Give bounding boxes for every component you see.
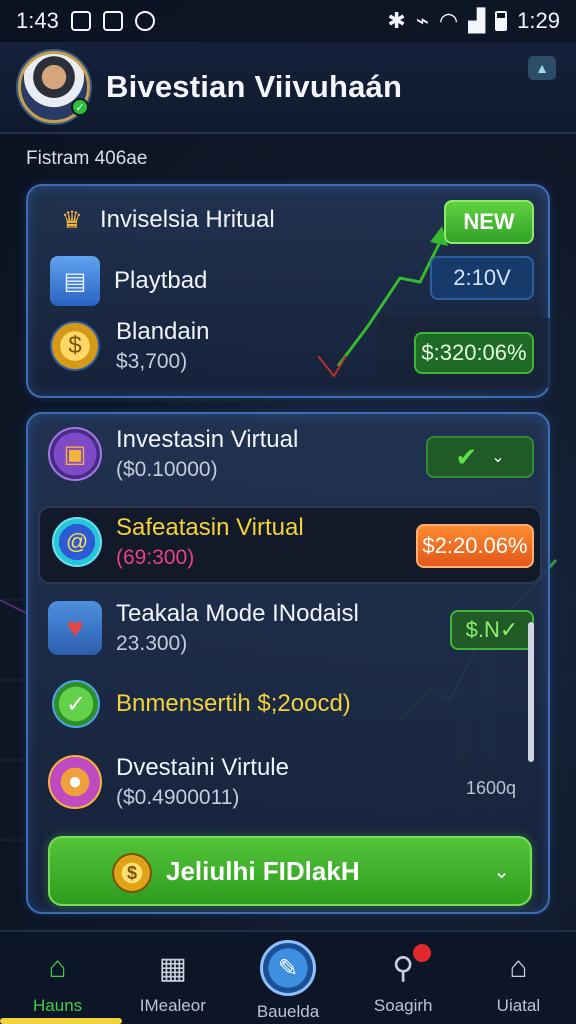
nav-label: Uiatal [496,996,541,1015]
crown-icon: ♛ [61,206,83,234]
avatar[interactable]: ✓ [18,51,90,123]
app-notification-icon [102,11,123,31]
status-time-left: 1:43 [16,8,59,33]
token-icon: @ [52,517,102,567]
primary-button-label: Jeliulhi FIDlakH [166,855,360,886]
chart-box-icon: ▣ [48,427,102,481]
coin-icon: $ [112,853,152,893]
wallet-icon: ✎ [260,940,316,996]
row-value: 23.300) [116,632,188,655]
investments-card: ▣ Investasin Virtual ($0.10000) ✔ ⌄ @ Sa… [26,412,550,914]
row-label: Safeatasin Virtual [116,514,304,541]
menu-icon[interactable]: ▲ [528,56,556,80]
signal-icon: ▟ [468,8,486,33]
app-header: ✓ Bivestian Viivuhaán ▲ [0,42,576,134]
chevron-down-icon: ⌄ [493,860,510,883]
status-toggle[interactable]: ✔ ⌄ [426,436,534,478]
package-icon: ▤ [50,256,100,306]
percent-badge: $:320:06% [414,332,534,374]
nav-item-search[interactable]: ⚲ Soagirh [346,932,461,1024]
percent-badge: $2:20.06% [416,524,534,568]
row-label: Blandain [116,318,210,345]
row-label: Inviselsia Hritual [100,206,275,233]
section-subtitle: Fistram 406ae [26,148,148,169]
status-bar: 1:43 ✱ ⌁ ◠ ▟ 1:29 [0,0,576,42]
row-value: $3,700) [116,350,188,373]
chevron-down-icon: ⌄ [491,449,505,466]
nav-item-bank[interactable]: ⌂ Uiatal [461,932,576,1024]
row-label: Dvestaini Virtule [116,754,289,781]
verified-icon: ✓ [71,98,89,116]
row-label: Playtbad [114,267,208,294]
check-icon: ✔ [455,441,478,472]
home-icon: ⌂ [48,951,67,984]
wifi-icon: ◠ [439,8,459,33]
check-shield-icon: ✓ [52,680,100,728]
status-time-right: 1:29 [517,8,560,33]
news-icon: ▦ [158,951,187,985]
notification-icon [70,11,91,31]
row-value: (69:300) [116,546,195,569]
row-label: Investasin Virtual [116,426,299,453]
trend-badge: $.N✓ [450,610,534,650]
gift-icon: ♥ [48,601,102,655]
value-badge: 2:10V [430,256,534,300]
nav-label: Hauns [33,996,83,1015]
row-label: Bnmensertih $;2oocd) [116,690,351,717]
nav-label: Bauelda [256,1002,320,1021]
nav-item-news[interactable]: ▦ IMealeor [115,932,230,1024]
coins-icon: $ [50,321,100,371]
bank-icon: ⌂ [509,951,528,984]
bottom-nav: ⌂ Hauns ▦ IMealeor ✎ Bauelda ⚲ Soagirh ⌂… [0,930,576,1024]
active-tab-indicator [0,1018,122,1024]
palette-icon: ● [48,755,102,809]
new-badge[interactable]: NEW [444,200,534,244]
nav-label: IMealeor [139,996,206,1015]
bluetooth-icon: ✱ [387,8,406,33]
row-label: Teakala Mode INodaisl [116,600,359,627]
list-item[interactable]: ✓ Bnmensertih $;2oocd) [28,680,548,728]
row-value: ($0.10000) [116,458,218,481]
sync-icon [134,11,155,31]
nav-item-home[interactable]: ⌂ Hauns [0,932,115,1024]
nav-item-wallet[interactable]: ✎ Bauelda [230,932,345,1024]
summary-card: ♛ Inviselsia Hritual NEW ▤ Playtbad 2:10… [26,184,550,398]
page-title: Bivestian Viivuhaán [106,69,403,104]
side-note: 1600q [466,778,517,798]
battery-icon [495,11,508,31]
primary-action-button[interactable]: $ Jeliulhi FIDlakH ⌄ [48,836,532,906]
row-value: ($0.4900011) [116,786,240,809]
nav-label: Soagirh [373,996,433,1015]
vibrate-icon: ⌁ [415,8,430,33]
notification-dot [410,942,433,964]
